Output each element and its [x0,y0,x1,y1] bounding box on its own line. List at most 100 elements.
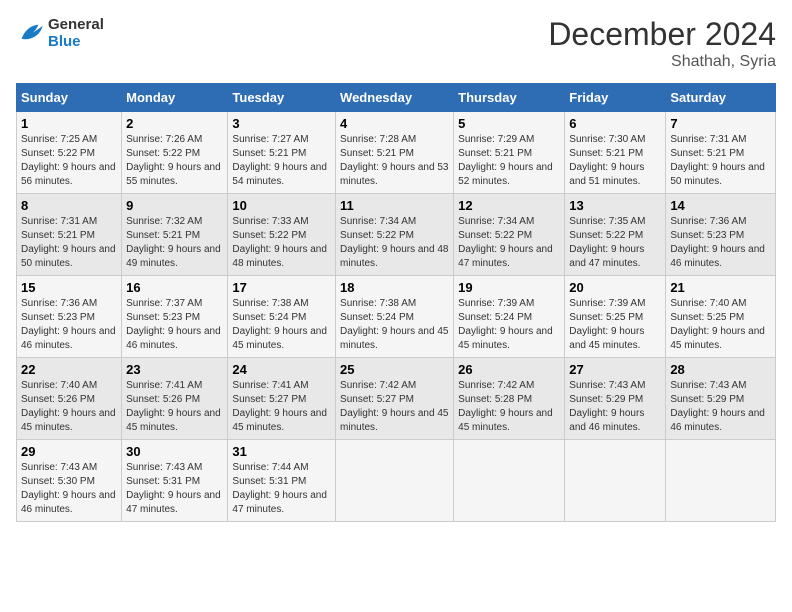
day-info: Sunrise: 7:43 AMSunset: 5:29 PMDaylight:… [670,379,771,435]
day-info: Sunrise: 7:43 AMSunset: 5:30 PMDaylight:… [21,461,117,517]
day-number: 29 [21,444,117,459]
page-title: December 2024 [548,16,776,53]
calendar-cell: 14 Sunrise: 7:36 AMSunset: 5:23 PMDayligh… [666,194,776,276]
day-number: 25 [340,362,449,377]
calendar-cell: 18 Sunrise: 7:38 AMSunset: 5:24 PMDayligh… [336,276,454,358]
day-info: Sunrise: 7:36 AMSunset: 5:23 PMDaylight:… [670,215,771,271]
calendar-cell [666,440,776,522]
day-info: Sunrise: 7:42 AMSunset: 5:27 PMDaylight:… [340,379,449,435]
calendar-cell: 12 Sunrise: 7:34 AMSunset: 5:22 PMDayligh… [454,194,565,276]
calendar-cell [454,440,565,522]
day-info: Sunrise: 7:41 AMSunset: 5:26 PMDaylight:… [126,379,223,435]
day-info: Sunrise: 7:26 AMSunset: 5:22 PMDaylight:… [126,133,223,189]
day-number: 4 [340,116,449,131]
header-wednesday: Wednesday [336,84,454,112]
page-header: General Blue December 2024 Shathah, Syri… [16,16,776,71]
day-info: Sunrise: 7:29 AMSunset: 5:21 PMDaylight:… [458,133,560,189]
day-info: Sunrise: 7:43 AMSunset: 5:31 PMDaylight:… [126,461,223,517]
calendar-cell: 15 Sunrise: 7:36 AMSunset: 5:23 PMDayligh… [17,276,122,358]
calendar-cell: 27 Sunrise: 7:43 AMSunset: 5:29 PMDayligh… [565,358,666,440]
day-info: Sunrise: 7:44 AMSunset: 5:31 PMDaylight:… [232,461,331,517]
calendar-cell: 28 Sunrise: 7:43 AMSunset: 5:29 PMDayligh… [666,358,776,440]
day-number: 15 [21,280,117,295]
day-info: Sunrise: 7:30 AMSunset: 5:21 PMDaylight:… [569,133,661,189]
calendar-cell [565,440,666,522]
day-info: Sunrise: 7:38 AMSunset: 5:24 PMDaylight:… [340,297,449,353]
calendar-week-row: 8 Sunrise: 7:31 AMSunset: 5:21 PMDaylight… [17,194,776,276]
calendar-cell: 29 Sunrise: 7:43 AMSunset: 5:30 PMDayligh… [17,440,122,522]
day-info: Sunrise: 7:39 AMSunset: 5:24 PMDaylight:… [458,297,560,353]
calendar-cell: 22Sunrise: 7:40 AMSunset: 5:26 PMDayligh… [17,358,122,440]
calendar-cell: 21 Sunrise: 7:40 AMSunset: 5:25 PMDayligh… [666,276,776,358]
calendar-week-row: 1Sunrise: 7:25 AMSunset: 5:22 PMDaylight… [17,112,776,194]
calendar-table: Sunday Monday Tuesday Wednesday Thursday… [16,83,776,522]
day-number: 3 [232,116,331,131]
day-info: Sunrise: 7:34 AMSunset: 5:22 PMDaylight:… [340,215,449,271]
logo-text: General Blue [48,16,104,50]
day-number: 18 [340,280,449,295]
calendar-cell: 11 Sunrise: 7:34 AMSunset: 5:22 PMDayligh… [336,194,454,276]
calendar-cell: 31 Sunrise: 7:44 AMSunset: 5:31 PMDayligh… [228,440,336,522]
day-number: 8 [21,198,117,213]
day-number: 23 [126,362,223,377]
day-info: Sunrise: 7:31 AMSunset: 5:21 PMDaylight:… [21,215,117,271]
day-number: 26 [458,362,560,377]
day-number: 19 [458,280,560,295]
header-friday: Friday [565,84,666,112]
day-number: 24 [232,362,331,377]
day-number: 12 [458,198,560,213]
day-number: 2 [126,116,223,131]
day-info: Sunrise: 7:37 AMSunset: 5:23 PMDaylight:… [126,297,223,353]
calendar-cell: 1Sunrise: 7:25 AMSunset: 5:22 PMDaylight… [17,112,122,194]
calendar-cell: 17Sunrise: 7:38 AMSunset: 5:24 PMDayligh… [228,276,336,358]
day-number: 30 [126,444,223,459]
calendar-cell: 25 Sunrise: 7:42 AMSunset: 5:27 PMDayligh… [336,358,454,440]
day-info: Sunrise: 7:33 AMSunset: 5:22 PMDaylight:… [232,215,331,271]
calendar-cell: 2 Sunrise: 7:26 AMSunset: 5:22 PMDaylight… [122,112,228,194]
page-subtitle: Shathah, Syria [548,53,776,71]
day-number: 22 [21,362,117,377]
day-info: Sunrise: 7:43 AMSunset: 5:29 PMDaylight:… [569,379,661,435]
day-info: Sunrise: 7:40 AMSunset: 5:25 PMDaylight:… [670,297,771,353]
day-info: Sunrise: 7:39 AMSunset: 5:25 PMDaylight:… [569,297,661,353]
day-number: 7 [670,116,771,131]
calendar-cell: 3Sunrise: 7:27 AMSunset: 5:21 PMDaylight… [228,112,336,194]
day-number: 28 [670,362,771,377]
logo-icon [16,19,44,47]
day-info: Sunrise: 7:34 AMSunset: 5:22 PMDaylight:… [458,215,560,271]
day-info: Sunrise: 7:28 AMSunset: 5:21 PMDaylight:… [340,133,449,189]
calendar-cell: 7Sunrise: 7:31 AMSunset: 5:21 PMDaylight… [666,112,776,194]
header-sunday: Sunday [17,84,122,112]
day-info: Sunrise: 7:36 AMSunset: 5:23 PMDaylight:… [21,297,117,353]
calendar-cell: 30 Sunrise: 7:43 AMSunset: 5:31 PMDayligh… [122,440,228,522]
day-info: Sunrise: 7:41 AMSunset: 5:27 PMDaylight:… [232,379,331,435]
calendar-cell: 19 Sunrise: 7:39 AMSunset: 5:24 PMDayligh… [454,276,565,358]
day-number: 6 [569,116,661,131]
day-info: Sunrise: 7:35 AMSunset: 5:22 PMDaylight:… [569,215,661,271]
day-number: 16 [126,280,223,295]
day-number: 13 [569,198,661,213]
calendar-cell [336,440,454,522]
day-info: Sunrise: 7:25 AMSunset: 5:22 PMDaylight:… [21,133,117,189]
header-saturday: Saturday [666,84,776,112]
calendar-cell: 20Sunrise: 7:39 AMSunset: 5:25 PMDayligh… [565,276,666,358]
calendar-week-row: 15 Sunrise: 7:36 AMSunset: 5:23 PMDayligh… [17,276,776,358]
calendar-cell: 23 Sunrise: 7:41 AMSunset: 5:26 PMDayligh… [122,358,228,440]
title-block: December 2024 Shathah, Syria [548,16,776,71]
day-number: 31 [232,444,331,459]
calendar-cell: 24 Sunrise: 7:41 AMSunset: 5:27 PMDayligh… [228,358,336,440]
calendar-cell: 4 Sunrise: 7:28 AMSunset: 5:21 PMDaylight… [336,112,454,194]
calendar-cell: 10Sunrise: 7:33 AMSunset: 5:22 PMDayligh… [228,194,336,276]
day-number: 5 [458,116,560,131]
header-tuesday: Tuesday [228,84,336,112]
day-number: 21 [670,280,771,295]
day-number: 14 [670,198,771,213]
day-number: 11 [340,198,449,213]
day-number: 27 [569,362,661,377]
day-number: 9 [126,198,223,213]
calendar-cell: 16 Sunrise: 7:37 AMSunset: 5:23 PMDayligh… [122,276,228,358]
day-number: 17 [232,280,331,295]
calendar-cell: 13 Sunrise: 7:35 AMSunset: 5:22 PMDayligh… [565,194,666,276]
calendar-cell: 9Sunrise: 7:32 AMSunset: 5:21 PMDaylight… [122,194,228,276]
logo: General Blue [16,16,104,50]
